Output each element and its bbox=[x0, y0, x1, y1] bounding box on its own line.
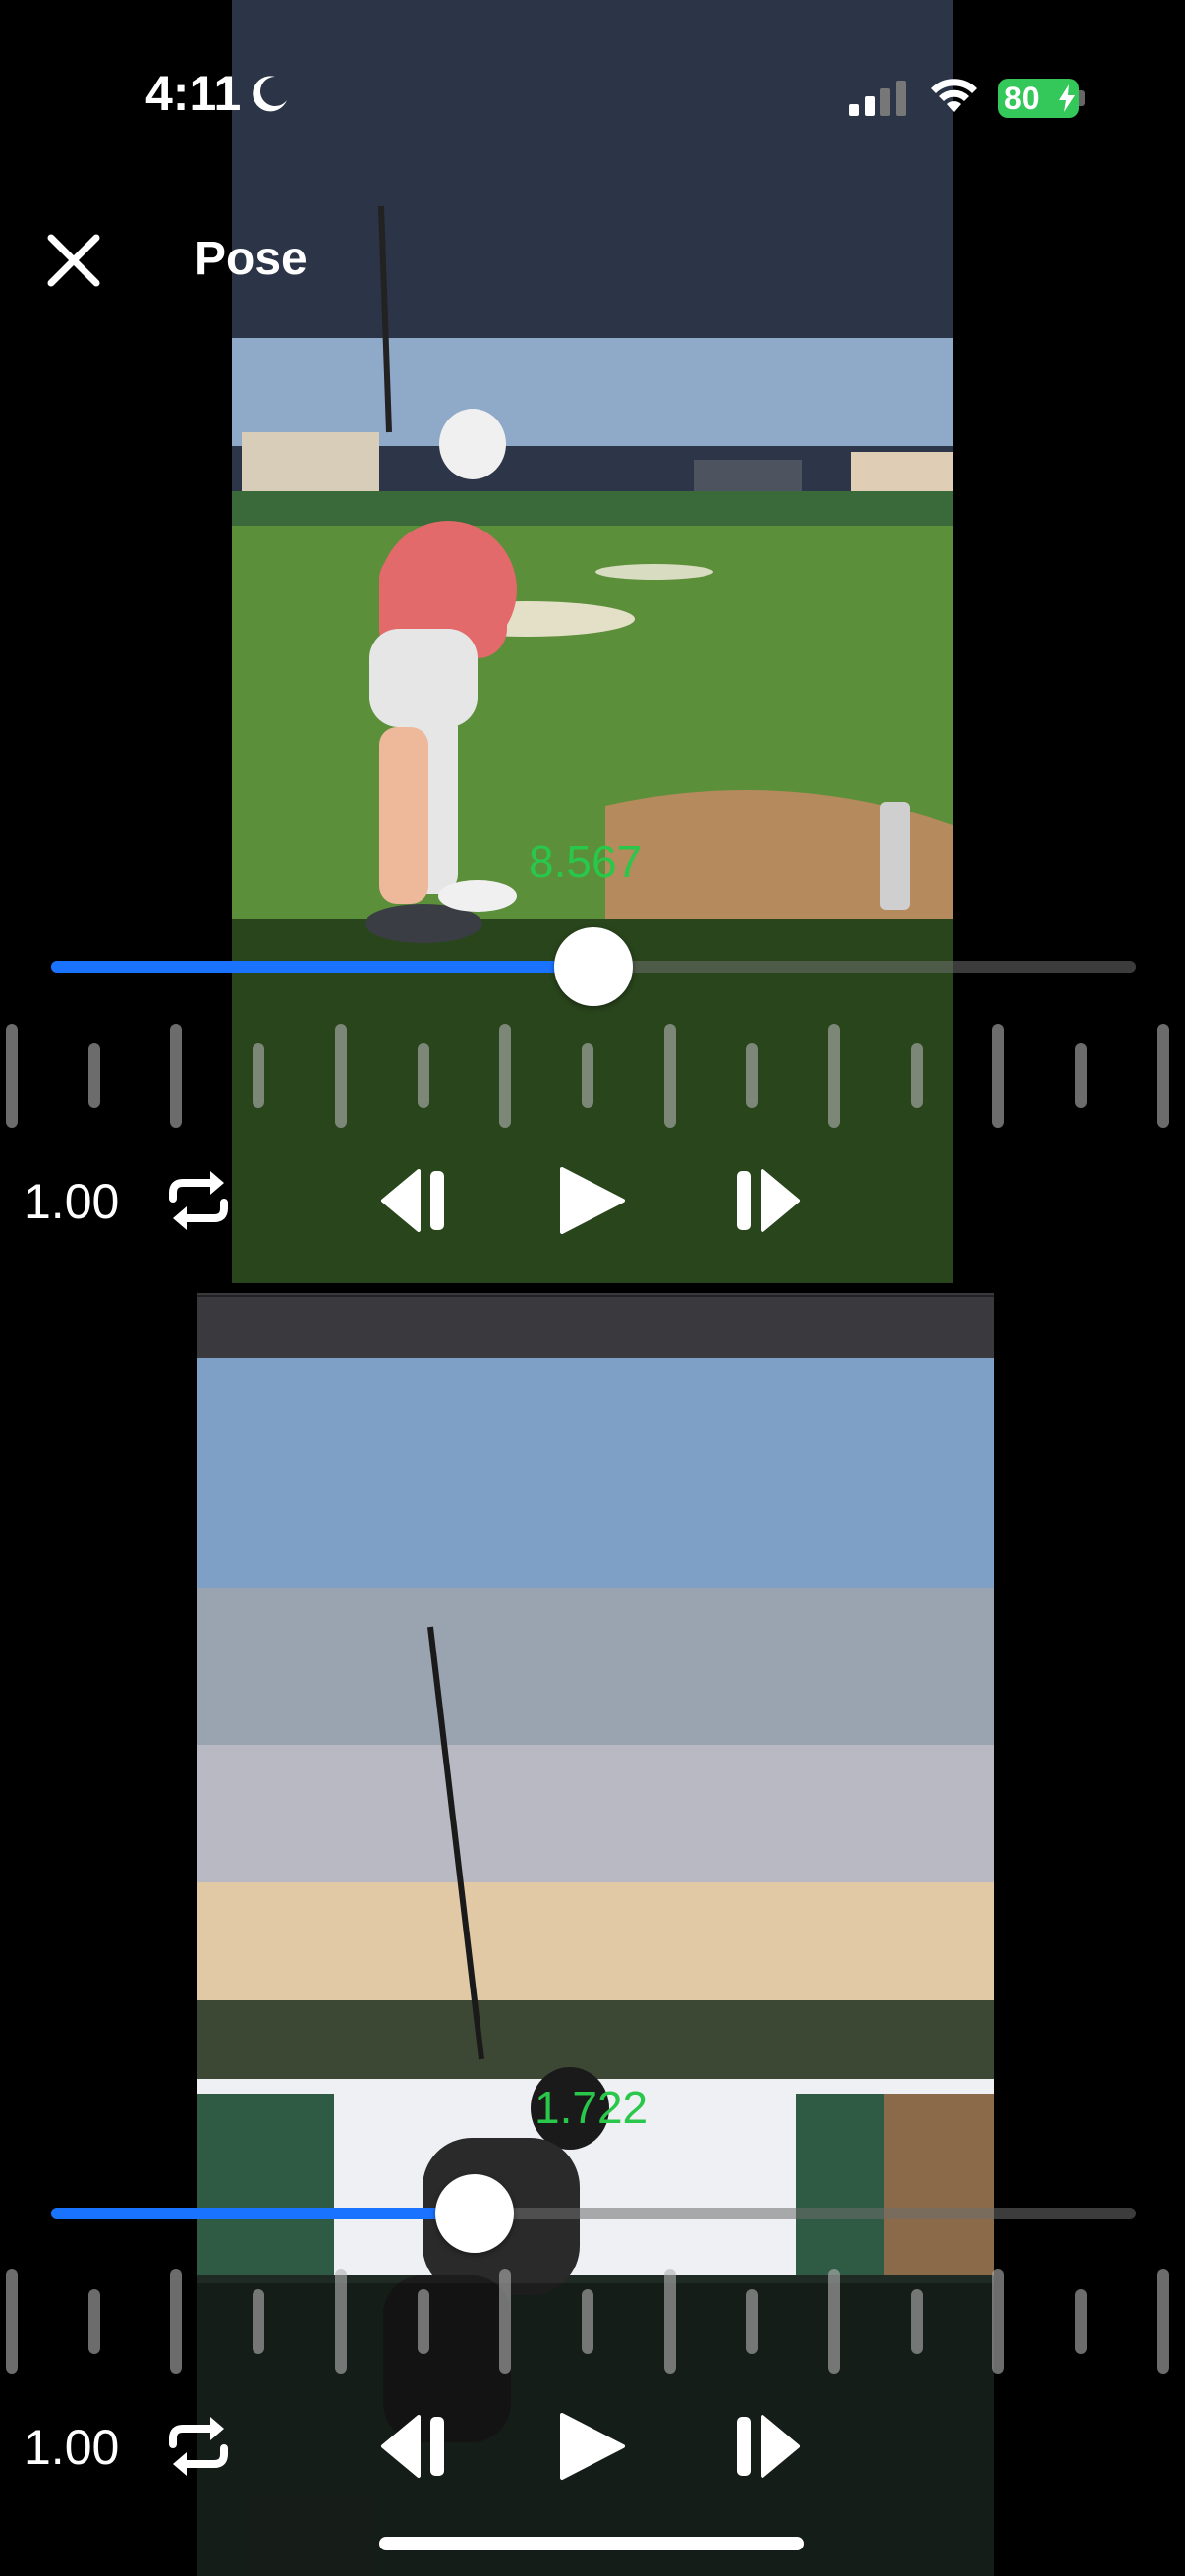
frame-tick bbox=[663, 2269, 676, 2374]
frame-tick bbox=[6, 1024, 18, 1128]
loop-icon[interactable] bbox=[159, 1165, 238, 1236]
speed-label[interactable]: 1.00 bbox=[24, 2419, 119, 2476]
frame-tick bbox=[581, 1043, 593, 1108]
wifi-icon bbox=[931, 79, 977, 112]
signal-icon bbox=[849, 81, 906, 116]
status-bar: 4:11 80 bbox=[0, 0, 1185, 196]
scrubber-thumb[interactable] bbox=[434, 2174, 514, 2253]
frame-tick bbox=[170, 1024, 183, 1128]
frame-tick bbox=[334, 1024, 347, 1128]
frame-tick bbox=[170, 2269, 183, 2374]
playback-controls: 1.00 bbox=[0, 2397, 1185, 2495]
frame-tick bbox=[910, 1043, 923, 1108]
frame-tick bbox=[828, 1024, 840, 1128]
scrubber-fill bbox=[51, 2208, 475, 2219]
bolt-icon bbox=[1059, 84, 1075, 112]
playback-controls: 1.00 bbox=[0, 1151, 1185, 1250]
loop-icon[interactable] bbox=[159, 2411, 238, 2482]
frame-tick bbox=[499, 1024, 512, 1128]
frame-time-readout: 8.567 bbox=[529, 836, 643, 887]
video-image-bottom bbox=[197, 1293, 994, 2576]
frame-tick bbox=[417, 2289, 429, 2354]
frame-ticks[interactable] bbox=[0, 2268, 1185, 2376]
frame-tick bbox=[1075, 1043, 1088, 1108]
frame-tick bbox=[87, 2289, 100, 2354]
play-icon[interactable] bbox=[552, 2411, 631, 2482]
scrubber-thumb[interactable] bbox=[554, 927, 633, 1006]
frame-tick bbox=[992, 1024, 1005, 1128]
frame-tick bbox=[910, 2289, 923, 2354]
frame-tick bbox=[253, 1043, 265, 1108]
play-icon[interactable] bbox=[552, 1165, 631, 1236]
frame-tick bbox=[499, 2269, 512, 2374]
scrubber[interactable] bbox=[51, 927, 1136, 1006]
frame-tick bbox=[581, 2289, 593, 2354]
frame-tick bbox=[6, 2269, 18, 2374]
step-forward-icon[interactable] bbox=[727, 2411, 806, 2482]
frame-tick bbox=[1157, 1024, 1169, 1128]
video-frame-bottom[interactable] bbox=[197, 1293, 994, 2576]
page-title: Pose bbox=[195, 233, 308, 285]
battery-icon: 80 bbox=[998, 79, 1079, 118]
close-icon[interactable] bbox=[39, 226, 108, 295]
status-time: 4:11 bbox=[145, 66, 242, 121]
frame-ticks[interactable] bbox=[0, 1022, 1185, 1130]
frame-tick bbox=[746, 1043, 759, 1108]
frame-tick bbox=[417, 1043, 429, 1108]
scrubber[interactable] bbox=[51, 2174, 1136, 2253]
frame-tick bbox=[1157, 2269, 1169, 2374]
frame-tick bbox=[746, 2289, 759, 2354]
frame-tick bbox=[1075, 2289, 1088, 2354]
frame-tick bbox=[992, 2269, 1005, 2374]
frame-tick bbox=[253, 2289, 265, 2354]
battery-level: 80 bbox=[1004, 80, 1040, 116]
step-back-icon[interactable] bbox=[375, 1165, 454, 1236]
step-forward-icon[interactable] bbox=[727, 1165, 806, 1236]
frame-tick bbox=[334, 2269, 347, 2374]
frame-tick bbox=[828, 2269, 840, 2374]
frame-time-readout: 1.722 bbox=[535, 2082, 649, 2133]
frame-tick bbox=[87, 1043, 100, 1108]
scrubber-fill bbox=[51, 961, 593, 973]
moon-icon bbox=[253, 76, 287, 112]
frame-tick bbox=[663, 1024, 676, 1128]
speed-label[interactable]: 1.00 bbox=[24, 1173, 119, 1230]
step-back-icon[interactable] bbox=[375, 2411, 454, 2482]
battery-nub bbox=[1079, 90, 1085, 106]
home-indicator[interactable] bbox=[379, 2537, 804, 2550]
